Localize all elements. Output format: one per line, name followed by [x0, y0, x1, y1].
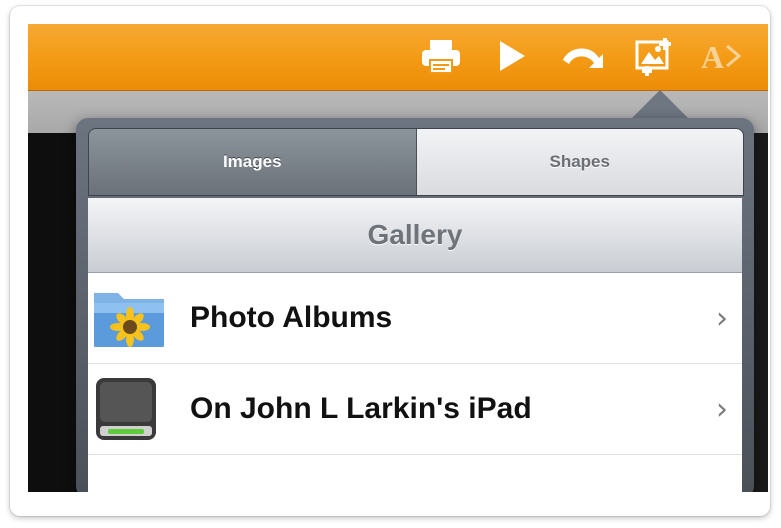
- list-item-photo-albums[interactable]: Photo Albums ›: [88, 273, 742, 364]
- tab-images[interactable]: Images: [89, 129, 417, 195]
- printer-icon[interactable]: [418, 36, 464, 76]
- tab-shapes[interactable]: Shapes: [416, 129, 743, 195]
- undo-icon[interactable]: [556, 36, 606, 76]
- ipad-drive-icon: [90, 374, 170, 444]
- list-item-label: On John L Larkin's iPad: [190, 392, 532, 425]
- popover-arrow: [630, 90, 690, 120]
- chevron-right-icon: ›: [716, 391, 728, 427]
- gallery-panel: Gallery Photo Albums › On John L Larkin'…: [88, 198, 742, 492]
- svg-text:A: A: [701, 39, 724, 74]
- chevron-right-icon: ›: [716, 300, 728, 336]
- toolbar: A: [28, 24, 768, 91]
- photo-albums-folder-icon: [90, 283, 170, 353]
- media-type-segmented-control: Images Shapes: [88, 128, 744, 196]
- text-format-icon[interactable]: A: [698, 36, 744, 76]
- gallery-title: Gallery: [367, 219, 463, 250]
- app-screen: A Images Shapes Gallery Photo Albums › O…: [28, 24, 768, 492]
- play-icon[interactable]: [494, 36, 530, 76]
- insert-image-icon[interactable]: [632, 36, 676, 76]
- gallery-header: Gallery: [88, 198, 742, 273]
- list-item-label: Photo Albums: [190, 301, 393, 334]
- list-item-on-ipad[interactable]: On John L Larkin's iPad ›: [88, 364, 742, 455]
